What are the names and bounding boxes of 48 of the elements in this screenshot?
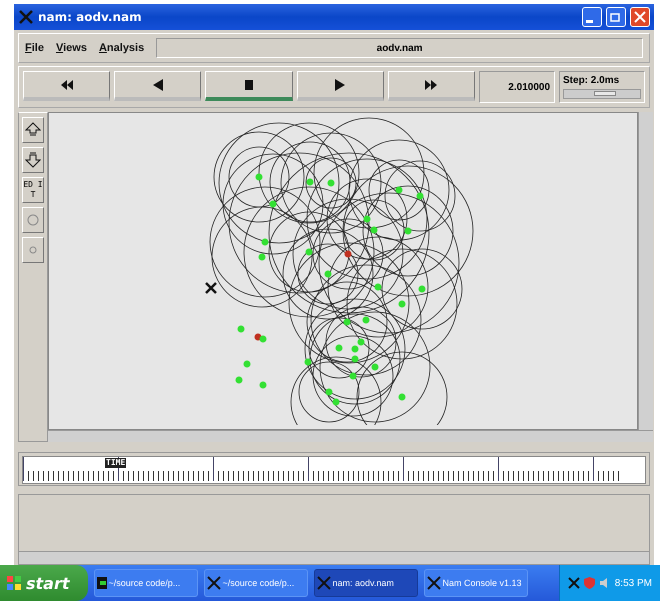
arrow-down-icon xyxy=(25,152,41,168)
step-label: Step: 2.0ms xyxy=(563,75,620,86)
playback-button[interactable] xyxy=(296,71,384,101)
small-circle-icon xyxy=(29,246,37,254)
x-logo-icon xyxy=(568,577,580,589)
taskbar-item[interactable]: nam: aodv.nam xyxy=(314,569,418,597)
playback-button[interactable] xyxy=(23,71,110,101)
minimize-icon xyxy=(586,20,592,22)
x-logo-icon xyxy=(18,9,34,25)
circle-icon xyxy=(27,214,39,226)
time-marker[interactable]: TIME xyxy=(105,458,126,468)
fast-forward-icon xyxy=(424,78,438,92)
menu-item[interactable]: File xyxy=(25,42,44,54)
x-logo-icon xyxy=(316,576,331,590)
timeline-ruler[interactable]: TIME xyxy=(22,456,646,484)
tool-button[interactable] xyxy=(22,117,44,143)
x-logo-icon xyxy=(426,576,441,590)
taskbar-item[interactable]: ~/source code/p... xyxy=(94,569,198,597)
stop-icon xyxy=(242,78,256,92)
windows-logo-icon xyxy=(6,575,22,591)
edit-button[interactable]: ED IT xyxy=(22,177,44,203)
playback-button[interactable] xyxy=(114,71,202,101)
playback-button[interactable] xyxy=(388,71,476,101)
step-slider-thumb[interactable] xyxy=(594,91,616,96)
rewind-icon xyxy=(60,78,74,92)
vertical-scrollbar[interactable] xyxy=(638,112,653,430)
time-display: 2.010000 xyxy=(479,71,556,103)
menu-item[interactable]: Analysis xyxy=(98,42,144,54)
horizontal-scrollbar[interactable] xyxy=(48,430,653,442)
horizontal-scrollbar[interactable] xyxy=(19,551,649,564)
back-icon xyxy=(150,78,165,92)
tool-button[interactable] xyxy=(22,147,44,173)
terminal-icon xyxy=(96,577,107,589)
start-button[interactable]: start xyxy=(0,565,88,601)
window-title: nam: aodv.nam xyxy=(38,10,143,24)
close-button[interactable] xyxy=(630,7,650,27)
taskbar-item[interactable]: ~/source code/p... xyxy=(204,569,308,597)
taskbar-item[interactable]: Nam Console v1.13 xyxy=(424,569,528,597)
arrow-up-icon xyxy=(25,122,41,138)
clock: 8:53 PM xyxy=(614,578,652,588)
minimize-button[interactable] xyxy=(582,7,602,27)
menu-item[interactable]: Views xyxy=(56,42,87,54)
shield-icon xyxy=(584,577,595,589)
play-icon xyxy=(333,78,348,92)
maximize-button[interactable] xyxy=(606,7,626,27)
file-name-label: aodv.nam xyxy=(156,38,643,58)
playback-button[interactable] xyxy=(205,71,293,101)
x-logo-icon xyxy=(206,576,221,590)
